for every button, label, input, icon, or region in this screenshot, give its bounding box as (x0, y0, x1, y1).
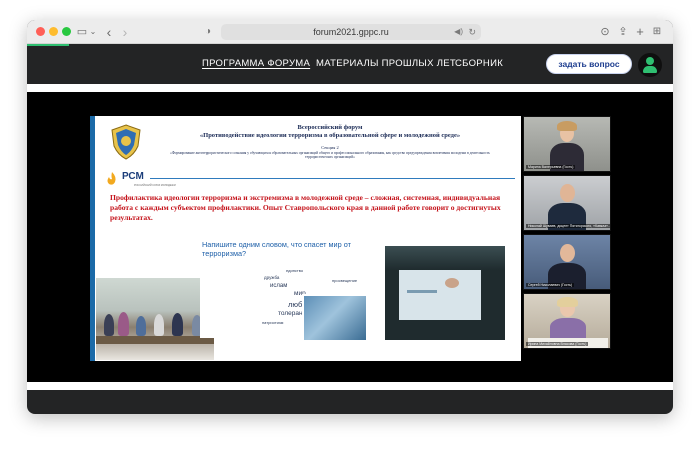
shield-icon[interactable]: ◑ (205, 24, 211, 40)
ask-question-button[interactable]: задать вопрос (546, 54, 632, 74)
presentation-slide: РСМ РОССИЙСКИЙ СОЮЗ МОЛОДЕЖИ Всероссийск… (90, 116, 521, 361)
projector-screen (399, 270, 481, 320)
download-icon[interactable]: ⊙ (599, 24, 611, 40)
rsm-logo-subtitle: РОССИЙСКИЙ СОЮЗ МОЛОДЕЖИ (134, 184, 176, 187)
emblem-icon (111, 124, 141, 160)
word-cloud-word: патриотизм (262, 320, 284, 325)
rsm-flame-icon (107, 172, 116, 185)
close-window-button[interactable] (36, 27, 45, 36)
rsm-logo-text: РСМ (122, 171, 144, 182)
participant-name: Ирина Михайловна Власова (Гость) (526, 342, 589, 346)
new-tab-icon[interactable]: + (634, 24, 646, 40)
word-cloud-word: дружба (264, 275, 280, 280)
chevron-down-icon[interactable]: ⌄ (89, 24, 97, 40)
minimize-window-button[interactable] (49, 27, 58, 36)
slide-main-text: Профилактика идеологии терроризма и экст… (110, 193, 501, 222)
speaker-icon[interactable]: ◀) (454, 24, 463, 40)
slide-divider (150, 178, 515, 179)
participants-panel: Марина Валерьевна (Гость) Николай Шуваев… (523, 116, 611, 361)
page-content: РСМ РОССИЙСКИЙ СОЮЗ МОЛОДЕЖИ Всероссийск… (27, 84, 673, 390)
address-bar[interactable]: ◑ forum2021.gppc.ru ◀) ↻ (205, 24, 481, 40)
nav-item-collection[interactable]: СБОРНИК (455, 58, 503, 69)
site-navigation: ПРОГРАММА ФОРУМА МАТЕРИАЛЫ ПРОШЛЫХ ЛЕТ С… (27, 46, 673, 84)
section-number: Секция 2 (321, 145, 339, 150)
meeting-photo (96, 278, 214, 360)
share-icon[interactable]: ⇪ (617, 24, 629, 40)
participant-name: Сергей Николаевич (Гость) (526, 283, 575, 287)
forward-arrow-icon[interactable]: › (119, 24, 131, 40)
participant-tile[interactable]: Сергей Николаевич (Гость) (523, 234, 611, 290)
forum-title-line2: «Противодействие идеологии терроризма в … (199, 132, 461, 139)
participant-tile[interactable]: Ирина Михайловна Власова (Гость) (523, 293, 611, 349)
zoom-window-button[interactable] (62, 27, 71, 36)
conference-photo-ceiling (385, 246, 505, 270)
nav-item-program[interactable]: ПРОГРАММА ФОРУМА (202, 58, 310, 69)
avatar-head (646, 57, 654, 65)
brochure-photo (302, 294, 368, 342)
word-cloud-word: просвещение (332, 278, 358, 283)
back-arrow-icon[interactable]: ‹ (103, 24, 115, 40)
video-player[interactable]: РСМ РОССИЙСКИЙ СОЮЗ МОЛОДЕЖИ Всероссийск… (27, 92, 673, 382)
address-bar-url: forum2021.gppc.ru (313, 27, 389, 37)
avatar-body (643, 66, 657, 73)
participant-name: Николай Шуваев, доцент Пятигорского, «Ка… (526, 224, 610, 228)
browser-window: ▭ ⌄ ‹ › ◑ forum2021.gppc.ru ◀) ↻ ⊙ ⇪ + ⊞… (27, 20, 673, 414)
forum-title-line1: Всероссийский форум (297, 124, 363, 131)
user-avatar-icon[interactable] (638, 53, 662, 77)
tab-overview-icon[interactable]: ⊞ (651, 24, 663, 40)
rsm-logo: РСМ РОССИЙСКИЙ СОЮЗ МОЛОДЕЖИ (104, 171, 176, 187)
participant-tile[interactable]: Николай Шуваев, доцент Пятигорского, «Ка… (523, 175, 611, 231)
sidebar-toggle-icon[interactable]: ▭ (75, 24, 89, 40)
word-cloud-word: единство (286, 268, 304, 273)
participant-name: Марина Валерьевна (Гость) (526, 165, 576, 169)
participant-tile[interactable]: Марина Валерьевна (Гость) (523, 116, 611, 172)
conference-photo (385, 246, 505, 340)
browser-toolbar: ▭ ⌄ ‹ › ◑ forum2021.gppc.ru ◀) ↻ ⊙ ⇪ + ⊞ (27, 20, 673, 44)
word-cloud-question: Напишите одним словом, что спасет мир от… (202, 240, 351, 258)
slide-accent-bar (90, 116, 95, 361)
nav-item-past-materials[interactable]: МАТЕРИАЛЫ ПРОШЛЫХ ЛЕТ (316, 58, 456, 69)
reload-icon[interactable]: ↻ (468, 24, 476, 40)
section-description: «Формирование антитеррористического созн… (170, 151, 490, 159)
word-cloud-word: ислам (270, 283, 288, 289)
slide-header: Всероссийский форум «Противодействие иде… (160, 124, 500, 159)
